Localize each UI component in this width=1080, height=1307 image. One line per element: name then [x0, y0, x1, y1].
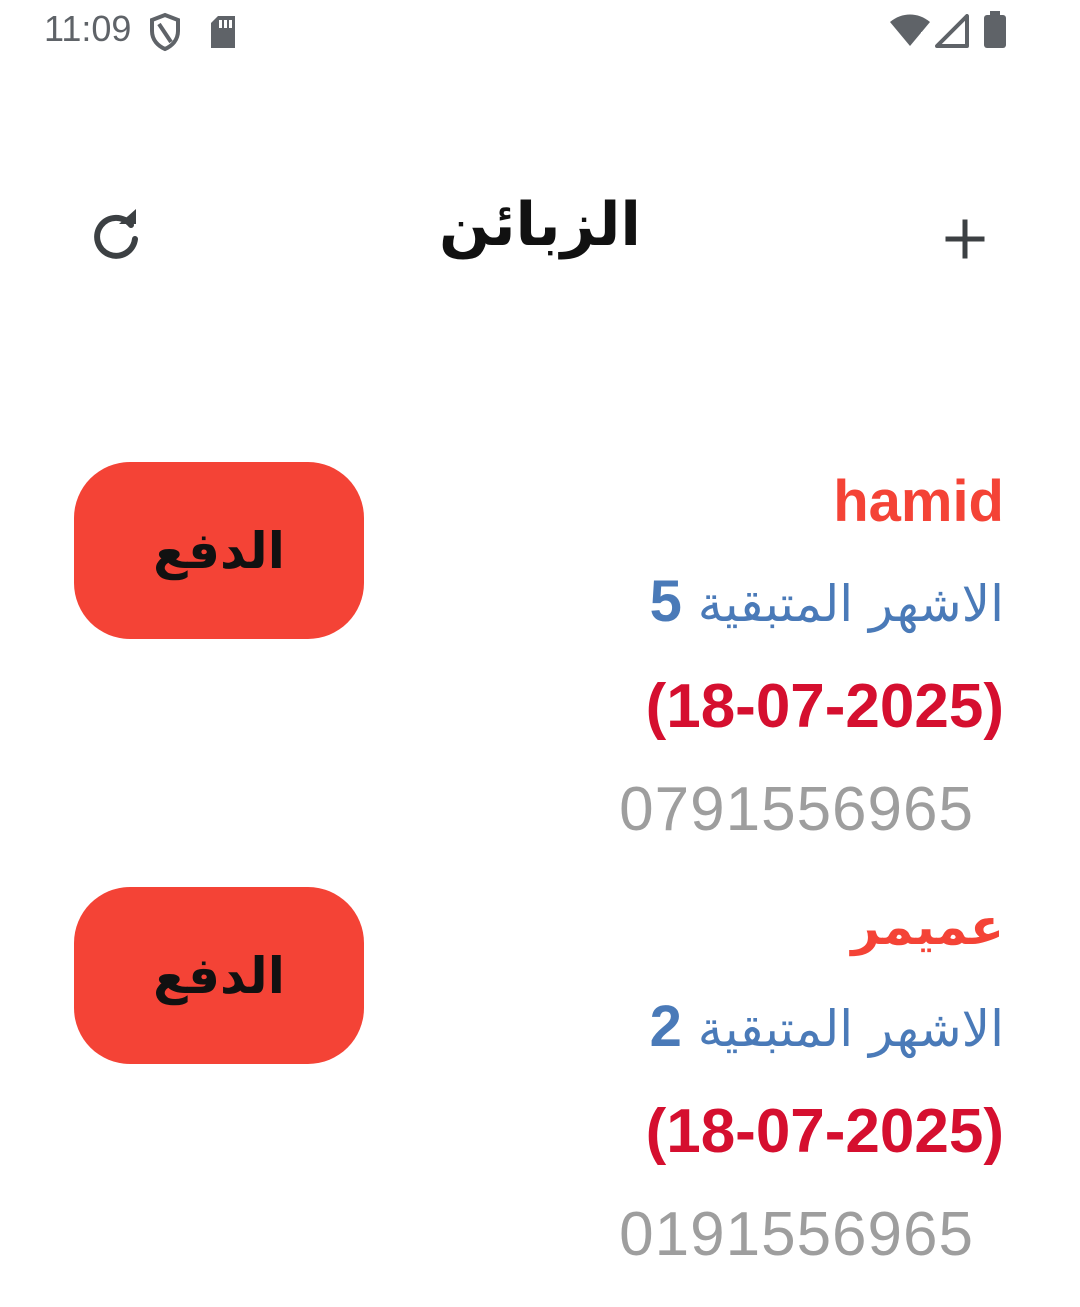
due-date: (18-07-2025)	[645, 672, 1004, 741]
phone-number: 0791556965	[619, 775, 974, 844]
customer-name: عميمر	[851, 898, 1004, 956]
status-time: 11:09	[44, 8, 132, 49]
months-remaining-value: 5	[649, 569, 682, 634]
plus-icon	[945, 219, 985, 259]
due-date: (18-07-2025)	[645, 1097, 1004, 1166]
add-customer-button[interactable]	[936, 210, 994, 268]
app-bar: الزبائن	[0, 170, 1080, 300]
shield-icon	[148, 12, 182, 56]
signal-icon	[934, 14, 970, 52]
months-remaining-value: 2	[649, 994, 682, 1059]
refresh-button[interactable]	[86, 206, 146, 266]
customer-name: hamid	[833, 469, 1004, 534]
phone-number: 0191556965	[619, 1200, 974, 1269]
months-remaining-row: الاشهر المتبقية 2	[650, 987, 1004, 1069]
pay-button[interactable]: الدفع	[74, 462, 364, 639]
battery-icon	[982, 10, 1008, 54]
pay-button[interactable]: الدفع	[74, 887, 364, 1064]
customer-card: الدفع عميمر الاشهر المتبقية 2 (18-07-202…	[0, 887, 1080, 1307]
customer-card: الدفع hamid الاشهر المتبقية 5 (18-07-202…	[0, 462, 1080, 882]
months-remaining-label: الاشهر المتبقية	[697, 1000, 1004, 1058]
sd-card-icon	[208, 14, 238, 54]
months-remaining-row: الاشهر المتبقية 5	[650, 562, 1004, 644]
page-title: الزبائن	[438, 190, 641, 260]
status-bar: 11:09	[0, 0, 1080, 66]
months-remaining-label: الاشهر المتبقية	[697, 575, 1004, 633]
wifi-icon	[888, 14, 932, 52]
refresh-icon	[94, 209, 138, 259]
